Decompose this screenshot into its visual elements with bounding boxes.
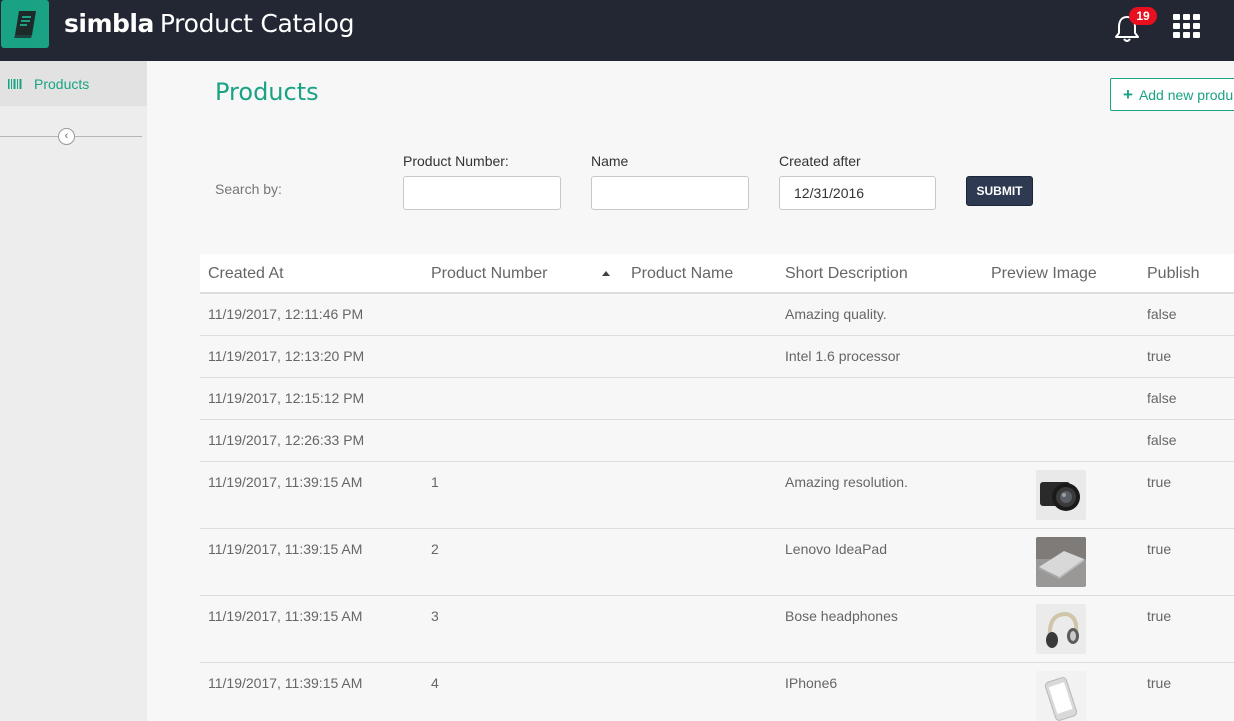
created-after-label: Created after — [779, 153, 861, 169]
sort-ascending-icon[interactable] — [602, 271, 610, 276]
product-number-input[interactable] — [403, 176, 561, 210]
search-by-label: Search by: — [215, 181, 282, 197]
name-input[interactable] — [591, 176, 749, 210]
phone-photo-thumbnail[interactable] — [1036, 671, 1086, 721]
created-after-date-input[interactable] — [779, 176, 936, 210]
cell-short-description: Lenovo IdeaPad — [785, 541, 887, 557]
app-title: Product Catalog — [159, 9, 355, 38]
cell-publish: true — [1147, 474, 1172, 490]
products-table: Created At Product Number Product Name S… — [200, 254, 1234, 721]
table-row[interactable]: 11/19/2017, 12:26:33 PM false — [200, 420, 1234, 462]
camera-photo-thumbnail[interactable] — [1036, 470, 1086, 520]
cell-publish: false — [1147, 390, 1177, 406]
table-row[interactable]: 11/19/2017, 11:39:15 AM 4 IPhone6 true — [200, 663, 1234, 721]
brand-logo: simbla — [64, 9, 154, 38]
cell-created-at: 11/19/2017, 12:15:12 PM — [208, 390, 365, 406]
cell-created-at: 11/19/2017, 12:11:46 PM — [208, 306, 364, 322]
column-header-created-at[interactable]: Created At — [208, 265, 284, 283]
table-row[interactable]: 11/19/2017, 11:39:15 AM 3 Bose headphone… — [200, 596, 1234, 663]
sidebar-item-products[interactable]: Products — [0, 61, 147, 106]
brand: simbla Product Catalog — [64, 9, 355, 45]
table-row[interactable]: 11/19/2017, 12:11:46 PM Amazing quality.… — [200, 294, 1234, 336]
cell-short-description: Amazing quality. — [785, 306, 887, 322]
app-logo-icon[interactable] — [1, 0, 49, 48]
notification-count-badge: 19 — [1129, 7, 1157, 25]
cell-publish: false — [1147, 306, 1177, 322]
cell-product-number: 4 — [431, 675, 439, 691]
table-row[interactable]: 11/19/2017, 12:13:20 PM Intel 1.6 proces… — [200, 336, 1234, 378]
table-row[interactable]: 11/19/2017, 11:39:15 AM 2 Lenovo IdeaPad… — [200, 529, 1234, 596]
page-title: Products — [215, 78, 319, 106]
cell-product-number: 1 — [431, 474, 439, 490]
cell-product-number: 2 — [431, 541, 439, 557]
column-header-product-number[interactable]: Product Number — [431, 265, 548, 283]
cell-publish: false — [1147, 432, 1177, 448]
top-bar: simbla Product Catalog 19 — [0, 0, 1234, 61]
cell-created-at: 11/19/2017, 11:39:15 AM — [208, 541, 363, 557]
cell-short-description: Bose headphones — [785, 608, 898, 624]
cell-created-at: 11/19/2017, 12:26:33 PM — [208, 432, 365, 448]
cell-created-at: 11/19/2017, 11:39:15 AM — [208, 675, 363, 691]
sidebar: Products ‹ — [0, 61, 147, 721]
table-row[interactable]: 11/19/2017, 11:39:15 AM 1 Amazing resolu… — [200, 462, 1234, 529]
column-header-product-name[interactable]: Product Name — [631, 265, 733, 283]
column-header-preview-image[interactable]: Preview Image — [991, 265, 1097, 283]
cell-short-description: IPhone6 — [785, 675, 838, 691]
barcode-icon — [8, 79, 22, 89]
cell-created-at: 11/19/2017, 12:13:20 PM — [208, 348, 365, 364]
name-label: Name — [591, 153, 629, 169]
laptop-photo-thumbnail[interactable] — [1036, 537, 1086, 587]
apps-grid-icon[interactable] — [1173, 14, 1201, 38]
cell-created-at: 11/19/2017, 11:39:15 AM — [208, 474, 363, 490]
cell-created-at: 11/19/2017, 11:39:15 AM — [208, 608, 363, 624]
headphones-photo-thumbnail[interactable] — [1036, 604, 1086, 654]
collapse-sidebar-chevron-left-icon[interactable]: ‹ — [58, 128, 75, 145]
add-new-product-button[interactable]: + Add new produ — [1110, 78, 1234, 111]
cell-product-number: 3 — [431, 608, 439, 624]
column-header-short-description[interactable]: Short Description — [785, 265, 908, 283]
cell-short-description: Intel 1.6 processor — [785, 348, 901, 364]
submit-button[interactable]: SUBMIT — [966, 176, 1033, 206]
table-row[interactable]: 11/19/2017, 12:15:12 PM false — [200, 378, 1234, 420]
column-header-publish[interactable]: Publish — [1147, 265, 1199, 283]
product-number-label: Product Number: — [403, 153, 509, 169]
add-button-label: Add new produ — [1138, 86, 1234, 103]
cell-publish: true — [1147, 348, 1172, 364]
cell-short-description: Amazing resolution. — [785, 474, 908, 490]
plus-icon: + — [1123, 84, 1133, 104]
cell-publish: true — [1147, 541, 1172, 557]
sidebar-item-label: Products — [34, 76, 90, 92]
cell-publish: true — [1147, 675, 1172, 691]
table-header: Created At Product Number Product Name S… — [200, 254, 1234, 294]
cell-publish: true — [1147, 608, 1172, 624]
